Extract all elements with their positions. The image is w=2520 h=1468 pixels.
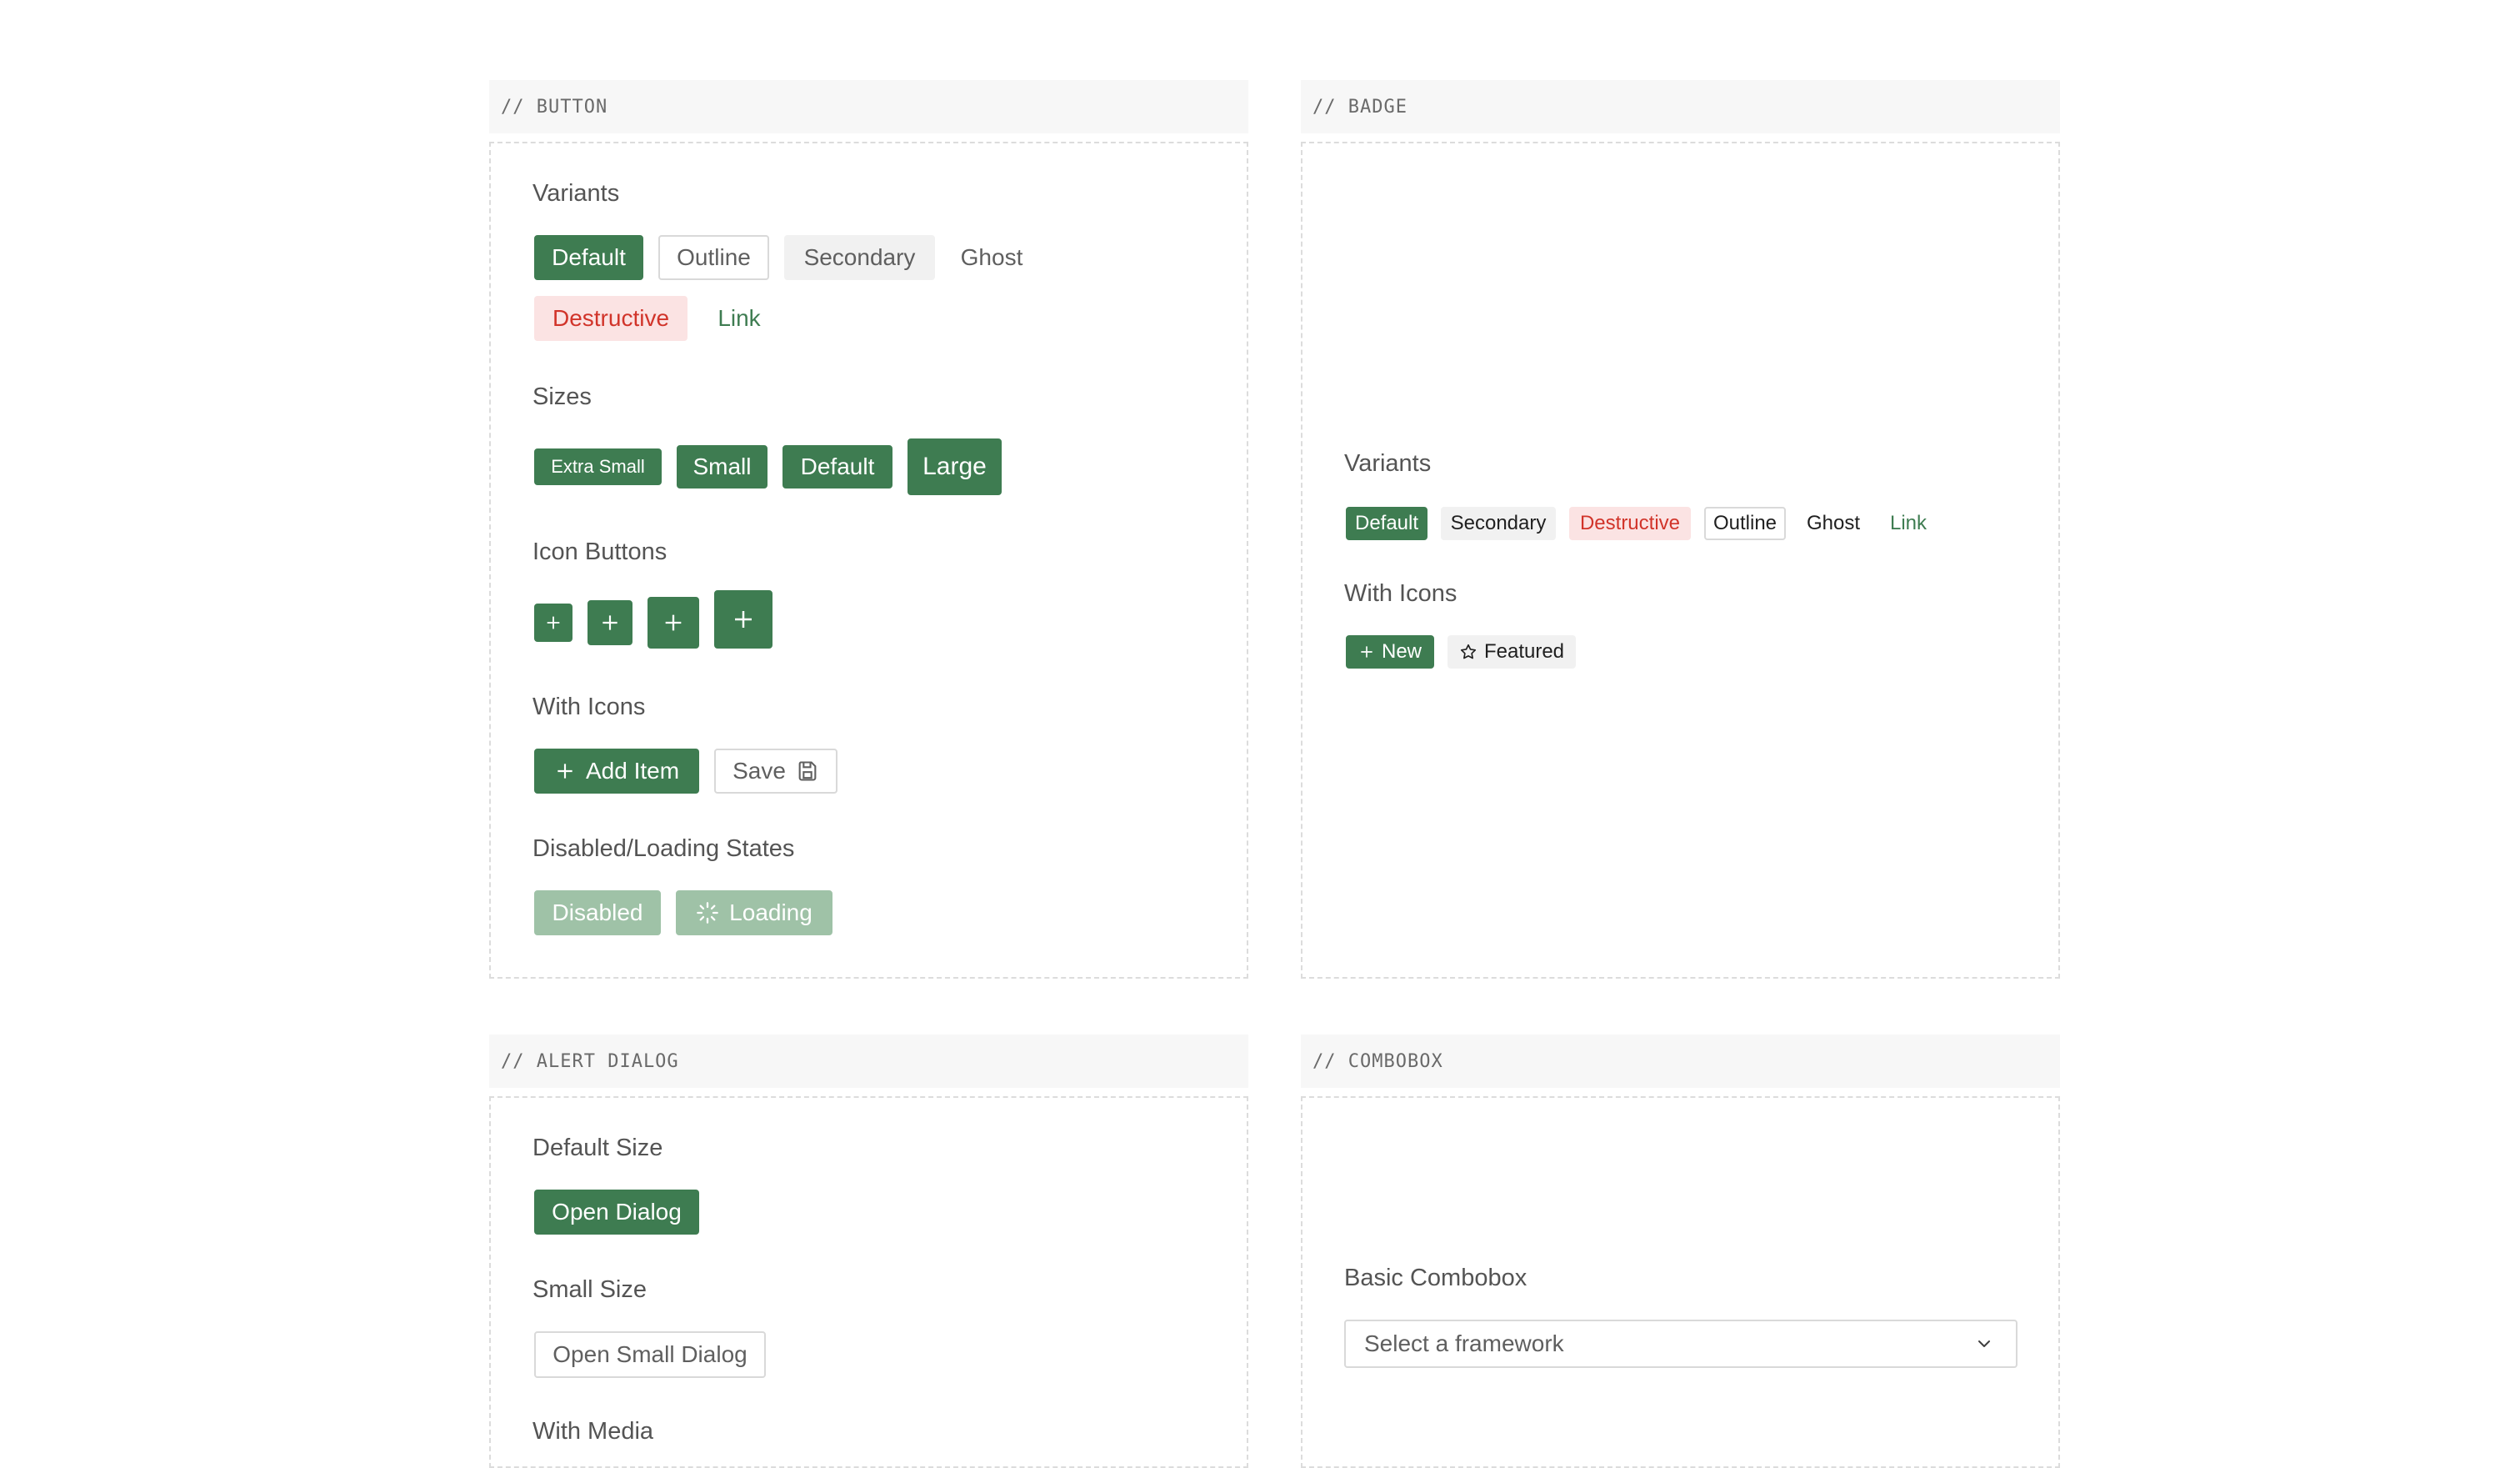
chevron-down-icon	[1974, 1334, 1994, 1354]
save-button[interactable]: Save	[714, 749, 838, 794]
open-dialog-button[interactable]: Open Dialog	[534, 1190, 699, 1235]
section-title: With Icons	[1344, 580, 1458, 607]
star-icon	[1459, 643, 1478, 661]
panel-body: Variants Default Secondary Destructive O…	[1301, 142, 2060, 979]
outline-badge: Outline	[1704, 507, 1786, 540]
panel-body: Basic Combobox Select a framework	[1301, 1096, 2060, 1468]
panel-header: // BADGE	[1301, 80, 2060, 133]
extra-small-button[interactable]: Extra Small	[534, 448, 662, 485]
badge-label: New	[1381, 640, 1422, 663]
section-title: With Icons	[532, 694, 646, 720]
combobox-panel: // COMBOBOX Basic Combobox Select a fram…	[1301, 1035, 2060, 1468]
section-title: Small Size	[532, 1276, 647, 1303]
save-icon	[796, 759, 819, 783]
destructive-badge: Destructive	[1569, 507, 1691, 540]
icon-button-default[interactable]	[648, 597, 699, 649]
panel-header: // ALERT DIALOG	[489, 1035, 1248, 1088]
ghost-badge: Ghost	[1806, 512, 1861, 534]
outline-button[interactable]: Outline	[658, 235, 769, 280]
alert-dialog-panel: // ALERT DIALOG Default Size Open Dialog…	[489, 1035, 1248, 1468]
plus-icon	[554, 760, 576, 782]
section-title: Icon Buttons	[532, 539, 668, 565]
large-button[interactable]: Large	[908, 438, 1002, 495]
button-panel: // BUTTON Variants Default Outline Secon…	[489, 80, 1248, 979]
section-title: Variants	[532, 180, 620, 207]
default-size-button[interactable]: Default	[782, 445, 892, 488]
button-label: Add Item	[585, 758, 680, 784]
disabled-button[interactable]: Disabled	[534, 890, 661, 935]
plus-icon	[731, 607, 756, 632]
section-title: Sizes	[532, 383, 592, 410]
panel-body: Variants Default Outline Secondary Ghost…	[489, 142, 1248, 979]
button-label: Save	[732, 758, 786, 784]
new-badge: New	[1346, 635, 1434, 669]
link-badge[interactable]: Link	[1881, 507, 1936, 540]
panel-header: // BUTTON	[489, 80, 1248, 133]
section-title: Basic Combobox	[1344, 1265, 1528, 1291]
icon-button-xs[interactable]	[534, 604, 572, 642]
plus-icon	[662, 611, 685, 634]
panel-header: // COMBOBOX	[1301, 1035, 2060, 1088]
framework-combobox[interactable]: Select a framework	[1344, 1320, 2018, 1368]
add-item-button[interactable]: Add Item	[534, 749, 699, 794]
section-title: With Media	[532, 1418, 654, 1445]
icon-button-sm[interactable]	[588, 600, 632, 645]
secondary-button[interactable]: Secondary	[784, 235, 935, 280]
combobox-placeholder: Select a framework	[1364, 1330, 1564, 1356]
badge-panel: // BADGE Variants Default Secondary Dest…	[1301, 80, 2060, 979]
link-button[interactable]: Link	[702, 296, 776, 341]
plus-icon	[599, 612, 621, 634]
section-title: Variants	[1344, 450, 1432, 477]
plus-icon	[1358, 644, 1375, 660]
section-title: Disabled/Loading States	[532, 835, 795, 862]
panel-body: Default Size Open Dialog Small Size Open…	[489, 1096, 1248, 1468]
open-small-dialog-button[interactable]: Open Small Dialog	[534, 1331, 766, 1378]
default-button[interactable]: Default	[534, 235, 643, 280]
default-badge: Default	[1346, 507, 1428, 540]
plus-icon	[544, 614, 562, 632]
spinner-icon	[696, 901, 719, 924]
button-label: Loading	[729, 899, 812, 925]
badge-label: Featured	[1483, 640, 1565, 663]
secondary-badge: Secondary	[1441, 507, 1556, 540]
small-button[interactable]: Small	[677, 445, 768, 488]
loading-button[interactable]: Loading	[676, 890, 832, 935]
section-title: Default Size	[532, 1135, 663, 1161]
destructive-button[interactable]: Destructive	[534, 296, 688, 341]
ghost-button[interactable]: Ghost	[950, 235, 1033, 280]
icon-button-lg[interactable]	[714, 590, 772, 649]
featured-badge: Featured	[1448, 635, 1576, 669]
